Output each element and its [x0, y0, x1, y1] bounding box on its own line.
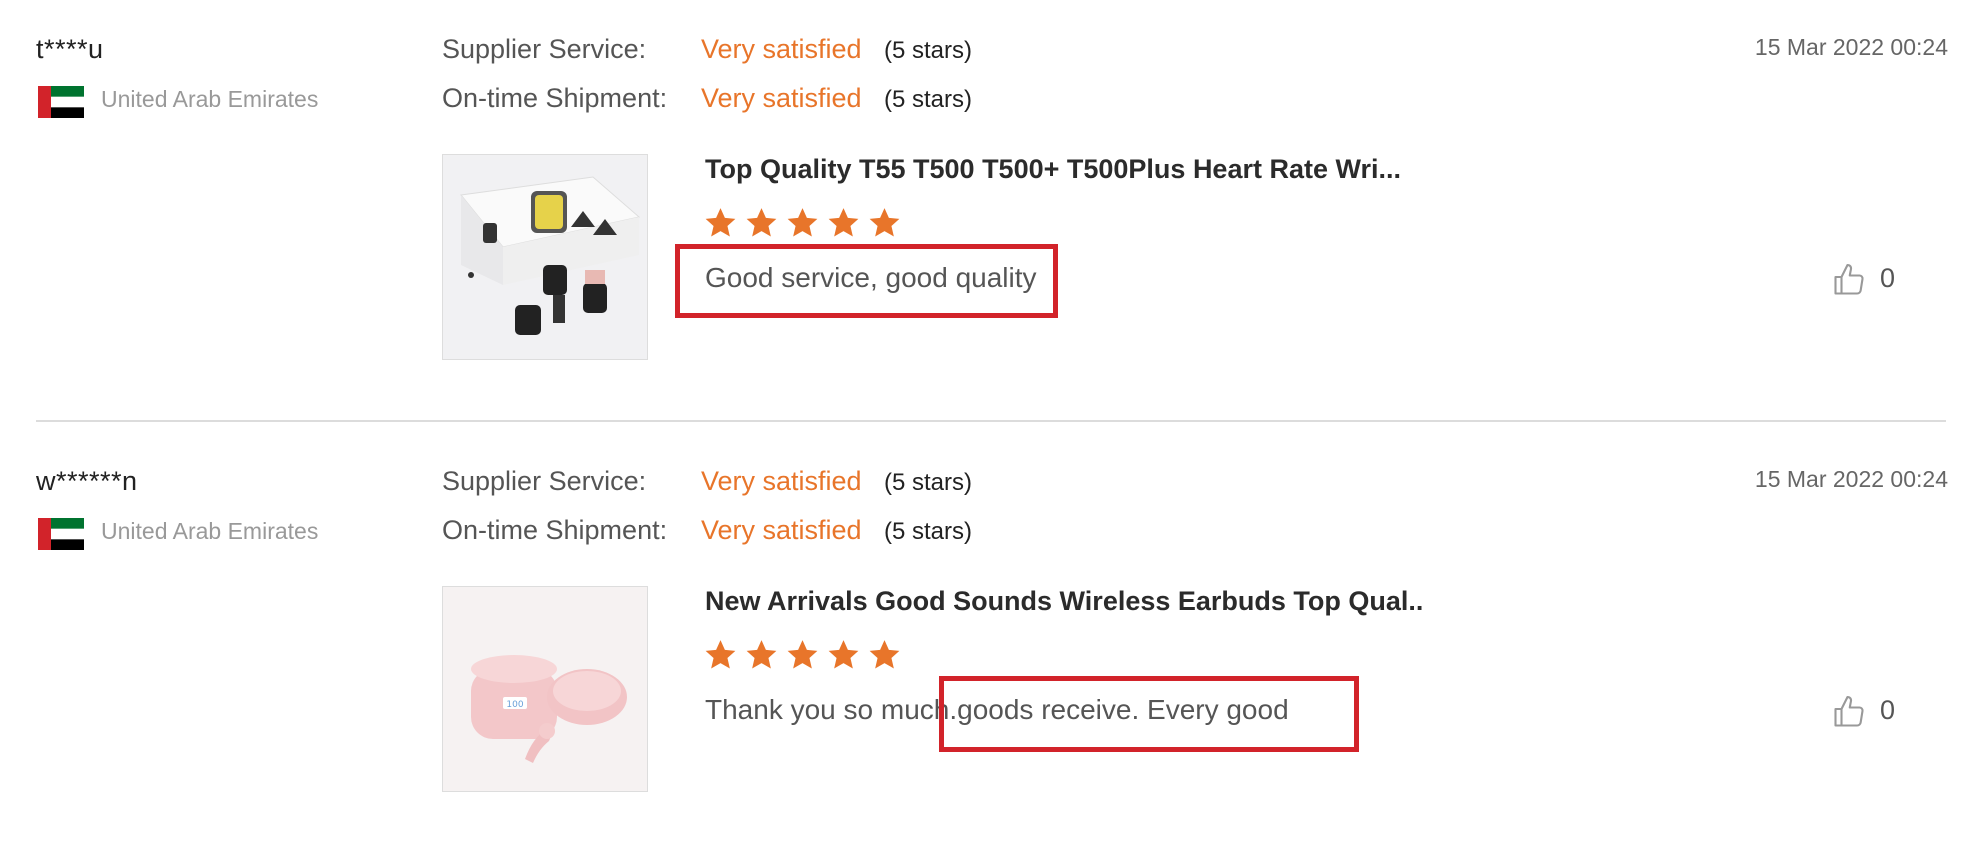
like-count: 0 [1880, 263, 1896, 293]
like-count: 0 [1880, 695, 1896, 725]
shipment-value: Very satisfied [701, 83, 862, 113]
reviewer-country: United Arab Emirates [101, 518, 319, 544]
star-icon [746, 208, 777, 237]
product-thumbnail[interactable] [442, 154, 648, 360]
supplier-service-stars: (5 stars) [884, 469, 973, 496]
product-rating-stars [703, 638, 902, 672]
supplier-service-value: Very satisfied [701, 466, 862, 496]
product-title-link[interactable]: Top Quality T55 T500 T500+ T500Plus Hear… [705, 154, 1425, 185]
highlight-box [675, 244, 1058, 318]
svg-text:100: 100 [506, 700, 523, 710]
review-date: 15 Mar 2022 00:24 [1754, 34, 1948, 60]
supplier-service-value: Very satisfied [701, 34, 862, 64]
supplier-service-stars: (5 stars) [884, 37, 973, 64]
review-divider [36, 420, 1946, 422]
star-icon [787, 640, 818, 669]
shipment-stars: (5 stars) [884, 518, 973, 545]
star-icon [828, 640, 859, 669]
shipment-stars: (5 stars) [884, 86, 973, 113]
star-icon [869, 208, 900, 237]
star-icon [828, 208, 859, 237]
reviewer-name: w******n [36, 466, 138, 496]
uae-flag-icon [38, 86, 84, 118]
star-icon [869, 640, 900, 669]
supplier-service-label: Supplier Service: [442, 466, 647, 496]
shipment-value: Very satisfied [701, 515, 862, 545]
highlight-box [939, 676, 1359, 752]
star-icon [705, 640, 736, 669]
star-icon [787, 208, 818, 237]
product-thumbnail[interactable]: 100 [442, 586, 648, 792]
review-item: t****u United Arab Emirates Supplier Ser… [0, 0, 1978, 420]
shipment-label: On-time Shipment: [442, 515, 668, 545]
reviewer-name: t****u [36, 34, 104, 64]
review-date: 15 Mar 2022 00:24 [1754, 466, 1948, 492]
product-title-link[interactable]: New Arrivals Good Sounds Wireless Earbud… [705, 586, 1425, 617]
star-icon [746, 640, 777, 669]
shipment-label: On-time Shipment: [442, 83, 668, 113]
thumbs-up-icon[interactable] [1831, 694, 1871, 734]
review-item: w******n United Arab Emirates Supplier S… [0, 432, 1978, 852]
product-rating-stars [703, 206, 902, 240]
uae-flag-icon [38, 518, 84, 550]
thumbs-up-icon[interactable] [1831, 262, 1871, 302]
supplier-service-label: Supplier Service: [442, 34, 647, 64]
reviewer-country: United Arab Emirates [101, 86, 319, 112]
star-icon [705, 208, 736, 237]
